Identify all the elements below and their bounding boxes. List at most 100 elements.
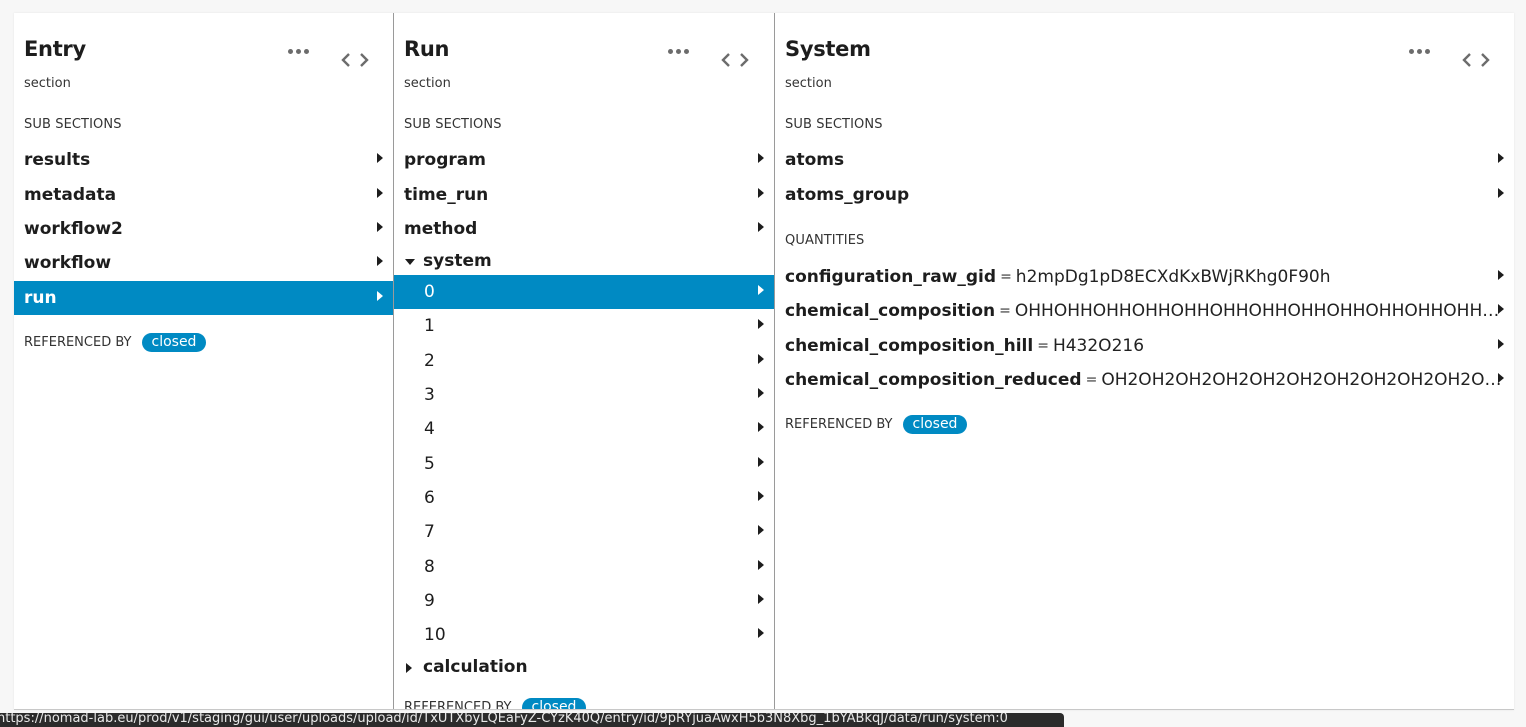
quantity-chemical-composition-hill[interactable]: chemical_composition_hill = H432O216	[775, 329, 1514, 363]
arrow-right-icon	[758, 422, 764, 432]
arrow-right-icon	[1498, 153, 1504, 163]
referenced-by-chip[interactable]: closed	[521, 698, 587, 709]
referenced-by: REFERENCED BY closed	[404, 698, 587, 709]
lane-system: System section SUB SECTIONS atoms atoms_…	[775, 13, 1514, 709]
subsection-run[interactable]: run	[14, 281, 393, 315]
more-options-button[interactable]	[665, 43, 691, 59]
referenced-by-label: REFERENCED BY	[785, 417, 893, 432]
subsection-program[interactable]: program	[394, 143, 774, 177]
subsection-workflow[interactable]: workflow	[14, 246, 393, 280]
index-label: 5	[424, 454, 435, 474]
quantities-label: QUANTITIES	[785, 233, 865, 248]
subsections-label: SUB SECTIONS	[785, 117, 883, 132]
more-dot	[675, 48, 681, 54]
referenced-by-chip[interactable]: closed	[141, 333, 207, 352]
lane-title: System	[785, 37, 871, 61]
quantity-chemical-composition[interactable]: chemical_composition = OHHOHHOHHOHHOHHOH…	[775, 294, 1514, 328]
index-label: 0	[424, 282, 435, 302]
more-dot	[295, 48, 301, 54]
quantity-name: chemical_composition_reduced	[785, 370, 1082, 390]
lane-run: Run section SUB SECTIONS program time_ru…	[394, 13, 775, 709]
more-horizontal-icon	[287, 48, 293, 54]
quantity-value: OH2OH2OH2OH2OH2OH2OH2OH2OH2OH2OH...	[1101, 370, 1512, 390]
group-calculation-toggle[interactable]: calculation	[394, 650, 774, 684]
arrow-right-icon	[758, 319, 764, 329]
arrow-right-icon	[758, 628, 764, 638]
index-label: 10	[424, 625, 446, 645]
system-index-6[interactable]: 6	[394, 481, 774, 515]
index-label: 2	[424, 351, 435, 371]
lane-subtitle: section	[404, 76, 451, 91]
subsection-time-run[interactable]: time_run	[394, 178, 774, 212]
item-label: metadata	[24, 185, 117, 205]
arrow-right-icon	[758, 285, 764, 295]
subsection-atoms-group[interactable]: atoms_group	[775, 178, 1514, 212]
system-index-0[interactable]: 0	[394, 275, 774, 309]
quantity-chemical-composition-reduced[interactable]: chemical_composition_reduced = OH2OH2OH2…	[775, 363, 1514, 397]
system-index-8[interactable]: 8	[394, 550, 774, 584]
group-label: calculation	[423, 657, 528, 677]
caret-right-icon	[406, 663, 412, 673]
subsection-workflow2[interactable]: workflow2	[14, 212, 393, 246]
referenced-by-chip[interactable]: closed	[902, 415, 968, 434]
arrow-right-icon	[758, 560, 764, 570]
arrow-right-icon	[1498, 270, 1504, 280]
code-icon[interactable]	[341, 50, 371, 70]
subsection-metadata[interactable]: metadata	[14, 178, 393, 212]
quantity-name: chemical_composition	[785, 301, 996, 321]
arrow-right-icon	[758, 491, 764, 501]
system-index-5[interactable]: 5	[394, 447, 774, 481]
arrow-right-icon	[758, 222, 764, 232]
more-dot	[683, 48, 689, 54]
system-index-4[interactable]: 4	[394, 412, 774, 446]
subsection-method[interactable]: method	[394, 212, 774, 246]
more-dot	[1416, 48, 1422, 54]
index-label: 1	[424, 316, 435, 336]
tree-toggle[interactable]	[404, 252, 418, 271]
equals-sign: =	[999, 303, 1011, 319]
quantity-name: chemical_composition_hill	[785, 336, 1034, 356]
system-index-2[interactable]: 2	[394, 344, 774, 378]
subsection-results[interactable]: results	[14, 143, 393, 177]
referenced-by: REFERENCED BY closed	[24, 333, 207, 352]
more-dot	[303, 48, 309, 54]
referenced-by-label: REFERENCED BY	[24, 335, 132, 350]
code-icon[interactable]	[1462, 50, 1492, 70]
lane-subtitle: section	[785, 76, 832, 91]
arrow-right-icon	[758, 354, 764, 364]
quantity-name: configuration_raw_gid	[785, 267, 997, 287]
item-label: workflow	[24, 253, 112, 273]
group-system-toggle[interactable]: system	[394, 244, 774, 278]
system-index-1[interactable]: 1	[394, 309, 774, 343]
more-horizontal-icon	[1408, 48, 1414, 54]
lane-entry: Entry section SUB SECTIONS results metad…	[14, 13, 394, 709]
system-index-10[interactable]: 10	[394, 618, 774, 652]
group-label: system	[423, 251, 492, 271]
subsection-atoms[interactable]: atoms	[775, 143, 1514, 177]
browser-status-bar: https://nomad-lab.eu/prod/v1/staging/gui…	[0, 713, 1064, 727]
more-options-button[interactable]	[285, 43, 311, 59]
more-options-button[interactable]	[1406, 43, 1432, 59]
index-label: 3	[424, 385, 435, 405]
system-index-7[interactable]: 7	[394, 515, 774, 549]
index-label: 9	[424, 591, 435, 611]
equals-sign: =	[1085, 372, 1098, 388]
item-label: workflow2	[24, 219, 123, 239]
more-dot	[1424, 48, 1430, 54]
item-label: method	[404, 219, 478, 239]
system-index-3[interactable]: 3	[394, 378, 774, 412]
item-label: run	[24, 288, 57, 308]
quantity-configuration-raw-gid[interactable]: configuration_raw_gid = h2mpDg1pD8ECXdKx…	[775, 260, 1514, 294]
arrow-right-icon	[377, 256, 383, 266]
more-horizontal-icon	[667, 48, 673, 54]
equals-sign: =	[1037, 338, 1049, 354]
index-label: 7	[424, 522, 435, 542]
arrow-right-icon	[758, 525, 764, 535]
referenced-by-label: REFERENCED BY	[404, 700, 512, 709]
tree-toggle[interactable]	[404, 658, 418, 677]
arrow-right-icon	[377, 188, 383, 198]
system-index-9[interactable]: 9	[394, 584, 774, 618]
index-label: 6	[424, 488, 435, 508]
arrow-right-icon	[377, 222, 383, 232]
code-icon[interactable]	[721, 50, 751, 70]
